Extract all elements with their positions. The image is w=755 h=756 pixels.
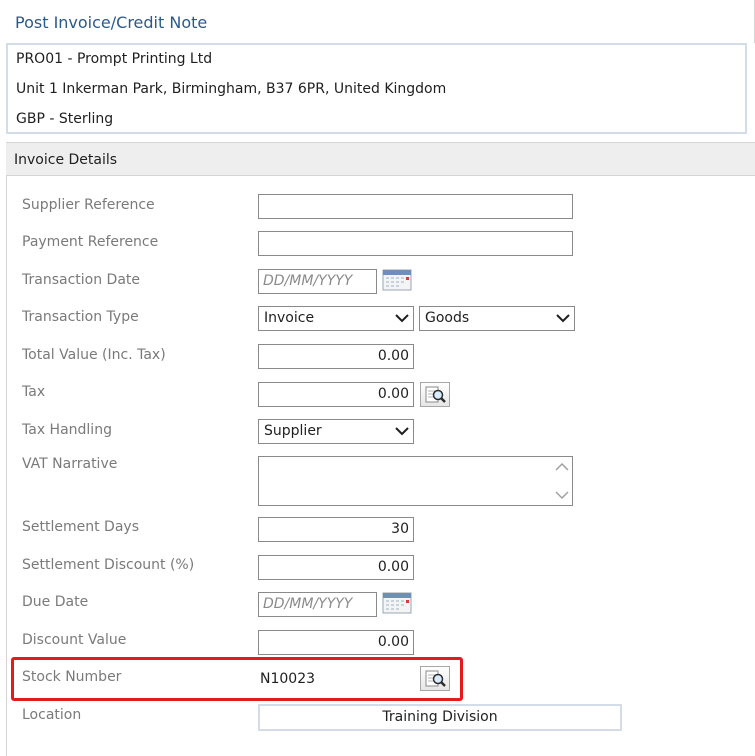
stock-number-value: N10023 bbox=[260, 671, 316, 687]
chevron-down-icon bbox=[556, 314, 570, 323]
tax-handling-select[interactable]: Supplier bbox=[258, 419, 414, 444]
discount-value-label: Discount Value bbox=[22, 632, 127, 648]
tax-lookup-button[interactable] bbox=[420, 382, 450, 407]
textarea-scrollbar[interactable] bbox=[554, 459, 570, 503]
transaction-type-select[interactable]: Invoice bbox=[258, 306, 414, 331]
supplier-currency: GBP - Sterling bbox=[16, 111, 114, 127]
payment-reference-label: Payment Reference bbox=[22, 234, 159, 250]
magnifier-lookup-icon bbox=[425, 386, 446, 403]
stock-number-lookup-button[interactable] bbox=[420, 666, 450, 691]
page-title: Post Invoice/Credit Note bbox=[15, 13, 208, 32]
location-label: Location bbox=[22, 707, 82, 723]
due-date-label: Due Date bbox=[22, 594, 89, 610]
calendar-icon[interactable] bbox=[382, 269, 412, 291]
settlement-days-label: Settlement Days bbox=[22, 519, 139, 535]
section-title: Invoice Details bbox=[14, 152, 118, 168]
chevron-down-icon bbox=[395, 314, 409, 323]
supplier-reference-input[interactable] bbox=[258, 194, 573, 219]
settlement-discount-input[interactable]: 0.00 bbox=[258, 555, 414, 580]
vat-narrative-label: VAT Narrative bbox=[22, 456, 118, 472]
invoice-details-header: Invoice Details bbox=[6, 142, 755, 176]
total-value-input[interactable]: 0.00 bbox=[258, 344, 414, 369]
tax-handling-label: Tax Handling bbox=[22, 422, 112, 438]
transaction-date-label: Transaction Date bbox=[22, 272, 141, 288]
discount-value-input[interactable]: 0.00 bbox=[258, 630, 414, 655]
transaction-type-value: Invoice bbox=[264, 310, 315, 326]
supplier-name: PRO01 - Prompt Printing Ltd bbox=[16, 51, 213, 67]
settlement-days-input[interactable]: 30 bbox=[258, 517, 414, 542]
tax-label: Tax bbox=[22, 384, 46, 400]
calendar-icon[interactable] bbox=[382, 592, 412, 614]
location-field[interactable]: Training Division bbox=[258, 704, 622, 731]
total-value-label: Total Value (Inc. Tax) bbox=[22, 347, 166, 363]
transaction-category-select[interactable]: Goods bbox=[419, 306, 575, 331]
supplier-address: Unit 1 Inkerman Park, Birmingham, B37 6P… bbox=[16, 81, 447, 97]
supplier-info-panel: PRO01 - Prompt Printing Ltd Unit 1 Inker… bbox=[6, 43, 747, 134]
payment-reference-input[interactable] bbox=[258, 231, 573, 256]
supplier-reference-label: Supplier Reference bbox=[22, 197, 155, 213]
due-date-input[interactable]: DD/MM/YYYY bbox=[258, 592, 377, 617]
transaction-category-value: Goods bbox=[425, 310, 470, 326]
vat-narrative-textarea[interactable] bbox=[258, 456, 573, 506]
tax-handling-value: Supplier bbox=[264, 423, 322, 439]
transaction-date-input[interactable]: DD/MM/YYYY bbox=[258, 269, 377, 294]
chevron-down-icon bbox=[395, 427, 409, 436]
settlement-discount-label: Settlement Discount (%) bbox=[22, 557, 195, 573]
transaction-type-label: Transaction Type bbox=[22, 309, 139, 325]
tax-input[interactable]: 0.00 bbox=[258, 382, 414, 407]
magnifier-lookup-icon bbox=[425, 670, 446, 687]
stock-number-label: Stock Number bbox=[22, 669, 122, 685]
